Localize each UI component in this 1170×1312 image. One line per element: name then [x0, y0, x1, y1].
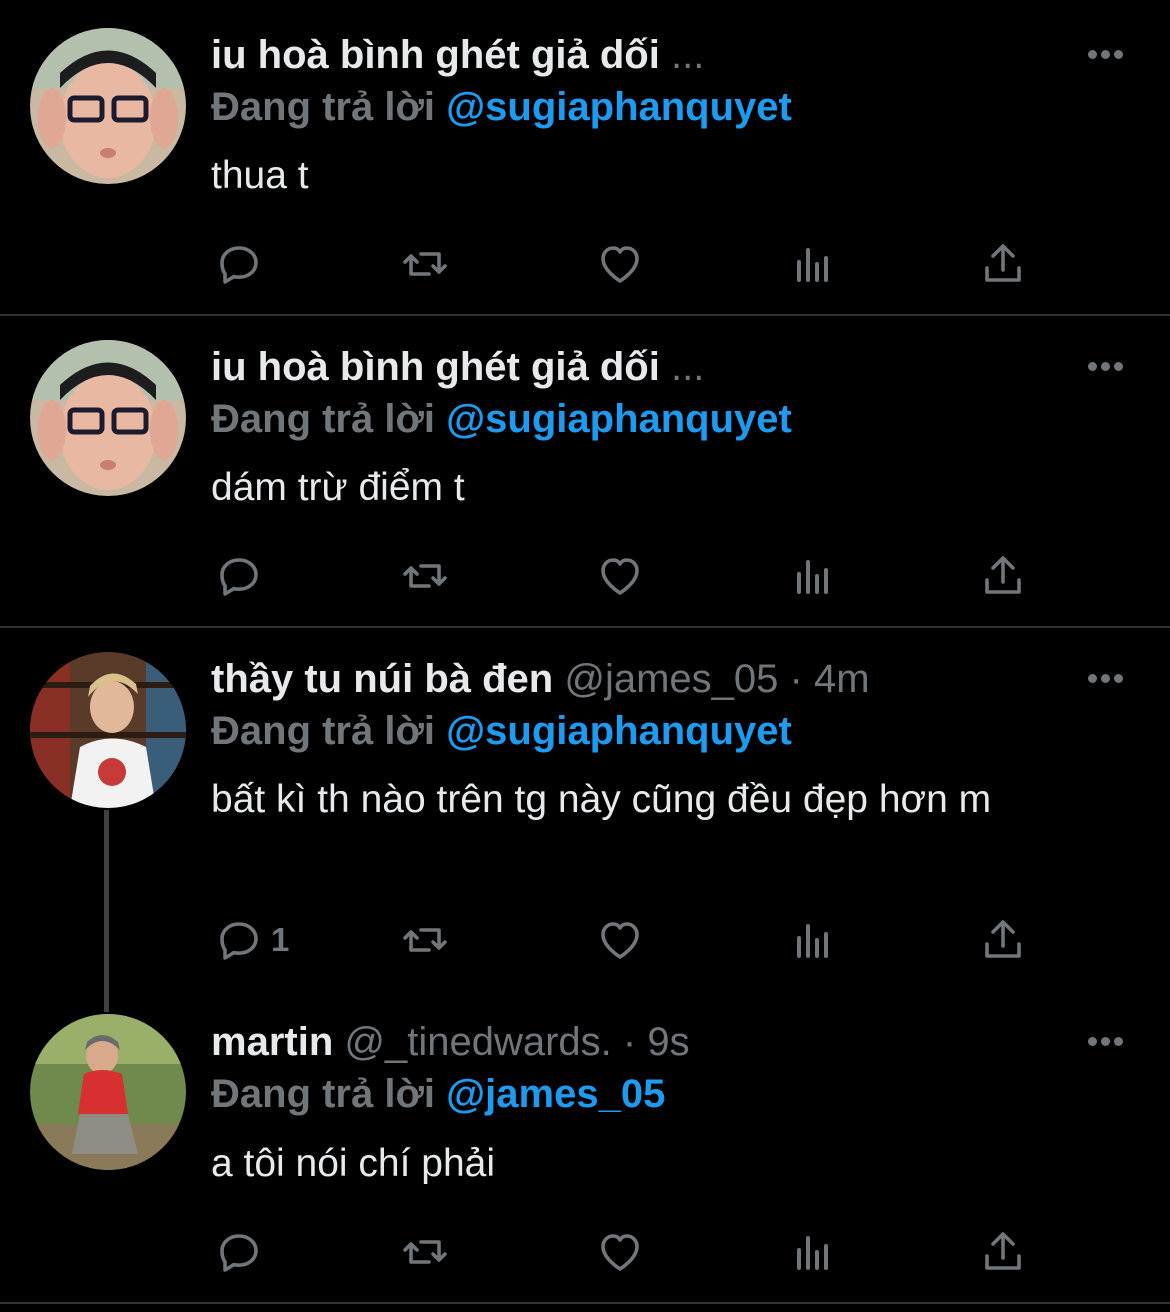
more-options-icon[interactable]: [1086, 671, 1126, 687]
replying-to-line: Đang trả lời @james_05: [211, 1070, 665, 1118]
share-button[interactable]: [979, 1222, 1027, 1282]
views-icon: [797, 560, 828, 594]
display-name[interactable]: thầy tu núi bà đen: [211, 657, 553, 701]
separator-dot: ·: [622, 1020, 637, 1064]
display-name[interactable]: iu hoà bình ghét giả dối: [211, 33, 660, 77]
tweet-header: iu hoà bình ghét giả dối ...: [211, 343, 704, 391]
retweet-icon: [403, 928, 447, 952]
replying-to-label: Đang trả lời: [211, 85, 436, 129]
more-options-icon[interactable]: [1086, 1034, 1126, 1050]
avatar[interactable]: [30, 1014, 186, 1170]
reply-icon: [220, 246, 258, 284]
share-icon: [985, 244, 1021, 282]
views-button[interactable]: [789, 546, 837, 606]
views-button[interactable]: [789, 910, 837, 970]
like-button[interactable]: [596, 1222, 644, 1282]
like-button[interactable]: [596, 910, 644, 970]
retweet-icon: [403, 564, 447, 588]
replying-to-label: Đang trả lời: [211, 397, 436, 441]
user-handle[interactable]: @_tinedwards.: [344, 1020, 611, 1064]
reply-icon: [220, 1234, 258, 1272]
like-icon: [601, 922, 639, 959]
tweet-divider: [0, 1302, 1170, 1304]
action-bar: 1: [211, 910, 1071, 970]
retweet-button[interactable]: [401, 234, 449, 294]
tweet[interactable]: iu hoà bình ghét giả dối ... Đang trả lờ…: [0, 0, 1170, 314]
replying-to-mention[interactable]: @sugiaphanquyet: [446, 85, 792, 129]
views-icon: [797, 1236, 828, 1270]
reply-icon: [220, 922, 258, 960]
tweet[interactable]: thầy tu núi bà đen @james_05 · 4m Đang t…: [0, 628, 1170, 992]
replying-to-label: Đang trả lời: [211, 1072, 436, 1116]
retweet-icon: [403, 1240, 447, 1264]
like-icon: [601, 558, 639, 595]
user-handle[interactable]: @james_05: [564, 657, 778, 701]
reply-count: 1: [271, 921, 290, 958]
reply-button[interactable]: 1: [215, 910, 289, 970]
tweet[interactable]: iu hoà bình ghét giả dối ... Đang trả lờ…: [0, 316, 1170, 626]
retweet-button[interactable]: [401, 546, 449, 606]
reply-button[interactable]: [215, 1222, 271, 1282]
like-icon: [601, 246, 639, 283]
share-button[interactable]: [979, 910, 1027, 970]
share-button[interactable]: [979, 234, 1027, 294]
like-button[interactable]: [596, 546, 644, 606]
more-options-icon[interactable]: [1086, 359, 1126, 375]
share-icon: [985, 920, 1021, 958]
truncation-ellipsis: ...: [670, 33, 705, 77]
more-options-icon[interactable]: [1086, 47, 1126, 63]
retweet-icon: [403, 252, 447, 276]
truncation-ellipsis: ...: [670, 345, 705, 389]
replying-to-line: Đang trả lời @sugiaphanquyet: [211, 395, 792, 443]
avatar[interactable]: [30, 28, 186, 184]
tweet-header: thầy tu núi bà đen @james_05 · 4m: [211, 655, 870, 703]
views-button[interactable]: [789, 234, 837, 294]
replying-to-line: Đang trả lời @sugiaphanquyet: [211, 83, 792, 131]
tweet-header: martin @_tinedwards. · 9s: [211, 1018, 690, 1066]
action-bar: [211, 546, 1071, 606]
replying-to-mention[interactable]: @sugiaphanquyet: [446, 397, 792, 441]
reply-button[interactable]: [215, 546, 271, 606]
tweet-text: bất kì th nào trên tg này cũng đều đẹp h…: [211, 778, 992, 821]
replying-to-mention[interactable]: @james_05: [446, 1072, 665, 1116]
avatar[interactable]: [30, 652, 186, 808]
replying-to-label: Đang trả lời: [211, 709, 436, 753]
replying-to-mention[interactable]: @sugiaphanquyet: [446, 709, 792, 753]
like-icon: [601, 1234, 639, 1271]
timestamp[interactable]: 9s: [647, 1020, 689, 1064]
reply-icon: [220, 558, 258, 596]
tweet-text: thua t: [211, 154, 309, 197]
retweet-button[interactable]: [401, 1222, 449, 1282]
share-icon: [985, 556, 1021, 594]
action-bar: [211, 1222, 1071, 1282]
separator-dot: ·: [789, 657, 803, 701]
share-button[interactable]: [979, 546, 1027, 606]
replying-to-line: Đang trả lời @sugiaphanquyet: [211, 707, 792, 755]
views-icon: [797, 248, 828, 282]
display-name[interactable]: iu hoà bình ghét giả dối: [211, 345, 660, 389]
tweet-text: dám trừ điểm t: [211, 466, 465, 509]
tweet-header: iu hoà bình ghét giả dối ...: [211, 31, 704, 79]
views-button[interactable]: [789, 1222, 837, 1282]
reply-button[interactable]: [215, 234, 271, 294]
views-icon: [797, 924, 828, 958]
share-icon: [985, 1232, 1021, 1270]
action-bar: [211, 234, 1071, 294]
timestamp[interactable]: 4m: [814, 657, 870, 701]
avatar[interactable]: [30, 340, 186, 496]
retweet-button[interactable]: [401, 910, 449, 970]
display-name[interactable]: martin: [211, 1020, 333, 1064]
tweet-text: a tôi nói chí phải: [211, 1142, 496, 1185]
like-button[interactable]: [596, 234, 644, 294]
tweet[interactable]: martin @_tinedwards. · 9s Đang trả lời @…: [0, 992, 1170, 1302]
